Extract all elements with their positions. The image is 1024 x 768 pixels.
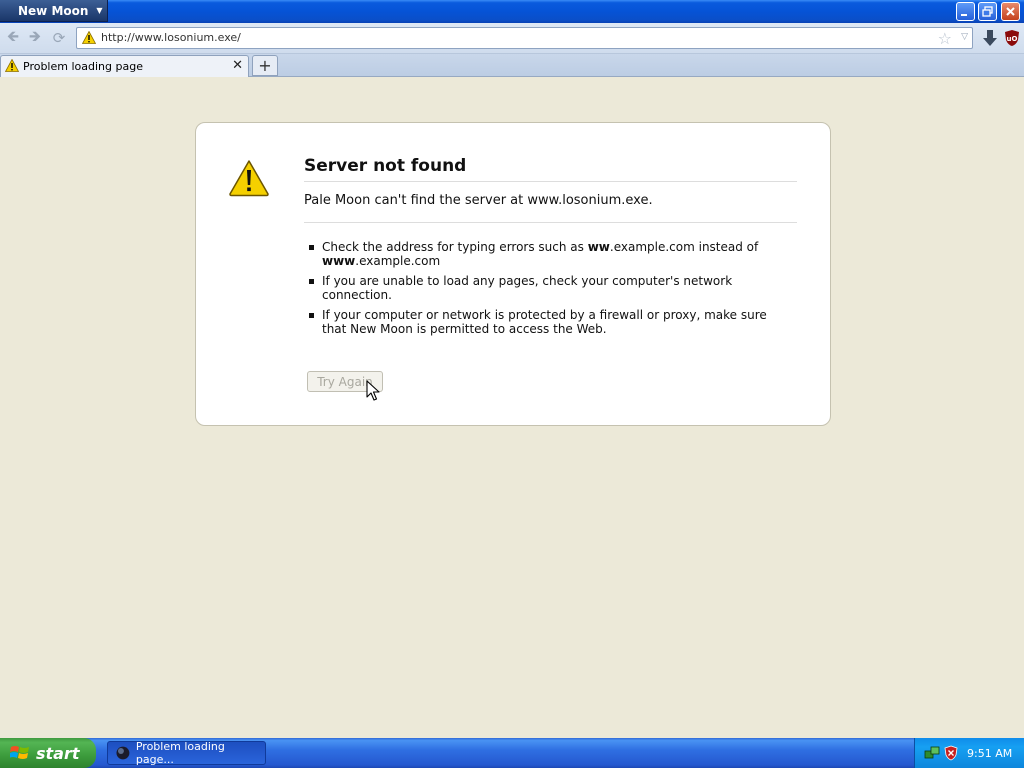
pale-moon-globe-icon	[116, 746, 130, 760]
close-tab-icon[interactable]: ✕	[232, 58, 243, 73]
error-container: Server not found Pale Moon can't find th…	[195, 122, 831, 426]
task-label: Problem loading page...	[135, 740, 225, 766]
security-shield-tray-icon[interactable]	[943, 745, 959, 761]
new-tab-button[interactable]: +	[252, 55, 278, 76]
minimize-icon	[961, 14, 967, 16]
ublock-shield-icon[interactable]: uO	[1004, 29, 1020, 47]
error-description: Pale Moon can't find the server at www.l…	[304, 193, 797, 223]
warning-icon	[5, 59, 19, 72]
taskbar-item-pale-moon[interactable]: Problem loading page...	[107, 740, 266, 766]
svg-text:uO: uO	[1007, 35, 1018, 43]
error-suggestions-list: Check the address for typing errors such…	[308, 240, 768, 342]
close-icon	[1006, 7, 1015, 16]
back-button[interactable]: 🡸	[4, 26, 22, 48]
list-item: If your computer or network is protected…	[308, 308, 768, 336]
address-bar[interactable]: http://www.losonium.exe/ ☆ ▽	[76, 27, 973, 49]
back-arrow-icon: 🡸	[6, 26, 20, 45]
url-history-dropdown-icon[interactable]: ▽	[961, 32, 968, 42]
taskbar: start Problem loading page... 9:51 AM	[0, 738, 1024, 768]
windows-flag-icon	[10, 746, 29, 759]
system-tray: 9:51 AM	[914, 738, 1024, 768]
clock: 9:51 AM	[967, 747, 1013, 760]
network-tray-icon[interactable]	[924, 745, 940, 761]
tab-problem-loading-page[interactable]: Problem loading page ✕	[0, 55, 249, 77]
close-window-button[interactable]	[1001, 2, 1020, 21]
bookmark-star-icon[interactable]: ☆	[938, 29, 952, 48]
list-item: If you are unable to load any pages, che…	[308, 274, 768, 302]
forward-button[interactable]: 🡺	[26, 26, 44, 48]
restore-button[interactable]	[978, 2, 997, 21]
warning-icon	[229, 160, 269, 197]
app-menu-button[interactable]: New Moon ▼	[0, 0, 108, 22]
tab-strip: Problem loading page ✕ +	[0, 54, 1024, 77]
reload-icon: ⟳	[52, 29, 66, 47]
title-bar: New Moon ▼	[0, 0, 1024, 23]
forward-arrow-icon: 🡺	[28, 26, 42, 45]
list-item: Check the address for typing errors such…	[308, 240, 768, 268]
reload-button[interactable]: ⟳	[50, 28, 68, 48]
app-menu-label: New Moon	[18, 3, 89, 18]
start-label: start	[36, 743, 80, 763]
error-title: Server not found	[304, 156, 797, 182]
navigation-toolbar: 🡸 🡺 ⟳ http://www.losonium.exe/ ☆ ▽ uO	[0, 23, 1024, 54]
mouse-pointer-icon	[366, 380, 380, 401]
chevron-down-icon: ▼	[96, 6, 103, 15]
minimize-button[interactable]	[956, 2, 975, 21]
start-button[interactable]: start	[0, 738, 96, 768]
page-content: Server not found Pale Moon can't find th…	[0, 77, 1024, 738]
download-arrow-icon[interactable]	[982, 29, 998, 47]
tab-label: Problem loading page	[23, 60, 143, 73]
maximize-icon	[982, 6, 993, 17]
warning-icon	[82, 31, 96, 44]
url-text[interactable]: http://www.losonium.exe/	[101, 31, 241, 44]
